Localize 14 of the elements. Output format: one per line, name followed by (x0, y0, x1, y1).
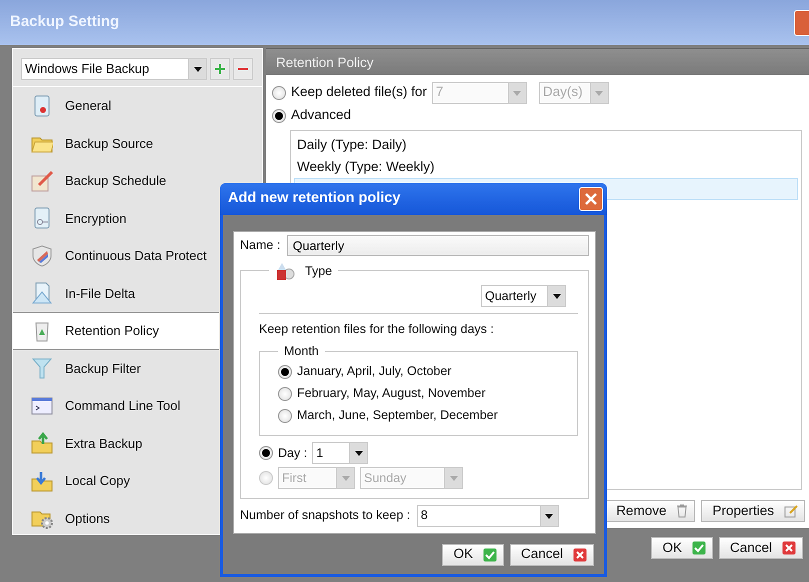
dialog-title: Add new retention policy (228, 189, 400, 208)
option-label: February, May, August, November (297, 385, 486, 402)
option-label: Keep deleted file(s) for (291, 83, 427, 102)
window-title: Backup Setting (10, 12, 120, 32)
field-label: Number of snapshots to keep : (240, 507, 410, 524)
option-label: Advanced (291, 106, 352, 124)
panel-header: Retention Policy (266, 48, 809, 75)
group-label: Month (284, 342, 319, 360)
option-label: Day : (278, 444, 308, 462)
field-label: Name : (240, 237, 280, 254)
option-label: January, April, July, October (297, 363, 452, 380)
option-label: March, June, September, December (297, 407, 498, 424)
group-label: Type (305, 262, 332, 280)
section-label: Keep retention files for the following days : (259, 321, 495, 338)
